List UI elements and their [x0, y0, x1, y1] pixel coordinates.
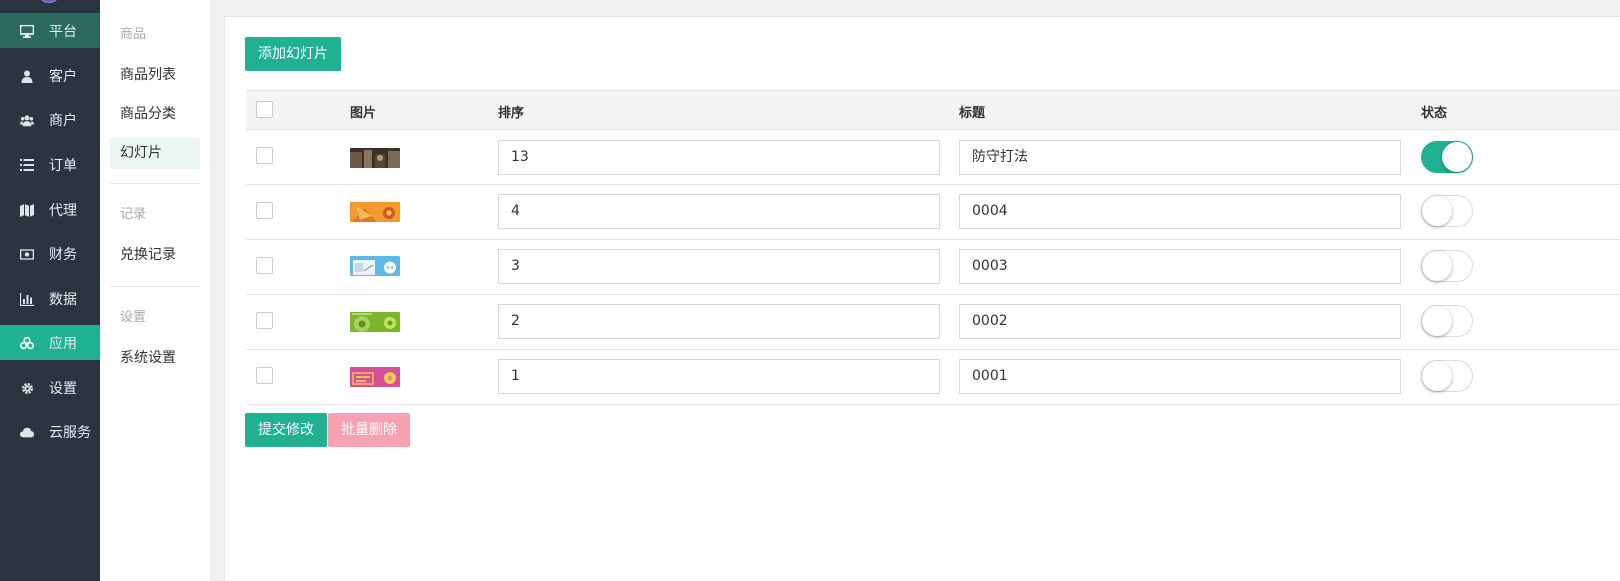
avatar[interactable] [37, 0, 61, 3]
sort-input[interactable]: 2 [498, 304, 940, 339]
sort-input[interactable]: 1 [498, 359, 940, 394]
nav-item-label: 商户 [49, 113, 77, 129]
divider [110, 286, 200, 287]
nav-item-merchants[interactable]: 商户 [0, 102, 100, 137]
slide-thumbnail [350, 148, 400, 168]
monitor-icon [20, 24, 34, 38]
subnav-item-system-settings[interactable]: 系统设置 [110, 343, 200, 374]
toggle-knob [1422, 361, 1452, 391]
table-header: 图片 排序 标题 状态 [246, 90, 1620, 130]
sort-input[interactable]: 13 [498, 140, 940, 175]
nav-item-label: 客户 [49, 69, 77, 85]
nav-item-label: 数据 [49, 292, 77, 308]
subnav-group-title: 设置 [120, 310, 147, 325]
select-all-checkbox[interactable] [256, 101, 273, 118]
title-input[interactable]: 0003 [959, 249, 1401, 284]
column-header-status: 状态 [1421, 106, 1448, 121]
main-nav: 平台 客户 商户 订单 代理 财务 数据 应用 设置 云服务 [0, 0, 100, 581]
submit-changes-button[interactable]: 提交修改 [245, 413, 327, 447]
slide-thumbnail [350, 312, 400, 332]
users-icon [20, 113, 34, 127]
subnav-group-title: 商品 [120, 27, 147, 42]
cloud-icon [20, 425, 34, 439]
column-header-image: 图片 [350, 106, 377, 121]
batch-delete-button[interactable]: 批量删除 [328, 413, 410, 447]
cubes-icon [20, 336, 34, 350]
table-row: 3 0003 [246, 240, 1620, 295]
nav-item-label: 设置 [49, 381, 77, 397]
status-toggle[interactable] [1421, 141, 1473, 173]
nav-item-data[interactable]: 数据 [0, 281, 100, 316]
user-icon [20, 69, 34, 83]
table-row: 13 防守打法 [246, 130, 1620, 185]
add-slide-button[interactable]: 添加幻灯片 [245, 37, 341, 71]
subnav-item-slides[interactable]: 幻灯片 [110, 138, 200, 169]
nav-item-label: 平台 [49, 24, 77, 40]
column-header-sort: 排序 [498, 106, 525, 121]
map-icon [20, 203, 34, 217]
nav-item-label: 应用 [49, 336, 77, 352]
nav-item-label: 云服务 [49, 425, 91, 441]
sub-nav: 商品 商品列表 商品分类 幻灯片 记录 兑换记录 设置 系统设置 [100, 0, 210, 581]
divider [110, 183, 200, 184]
toggle-knob [1422, 251, 1452, 281]
title-input[interactable]: 防守打法 [959, 140, 1401, 175]
table-row: 1 0001 [246, 350, 1620, 405]
toggle-knob [1422, 306, 1452, 336]
bar-chart-icon [20, 292, 34, 306]
main-panel: 添加幻灯片 图片 排序 标题 状态 13 防守打法 4 0004 3 0003 … [224, 16, 1620, 581]
table-row: 2 0002 [246, 295, 1620, 350]
row-checkbox[interactable] [256, 147, 273, 164]
status-toggle[interactable] [1421, 250, 1473, 282]
nav-item-cloud[interactable]: 云服务 [0, 414, 100, 449]
list-icon [20, 158, 34, 172]
row-checkbox[interactable] [256, 312, 273, 329]
column-header-title: 标题 [959, 106, 986, 121]
subnav-item-product-category[interactable]: 商品分类 [110, 99, 200, 130]
table-row: 4 0004 [246, 185, 1620, 240]
status-toggle[interactable] [1421, 305, 1473, 337]
row-checkbox[interactable] [256, 202, 273, 219]
nav-item-finance[interactable]: 财务 [0, 236, 100, 271]
toggle-knob [1442, 142, 1472, 172]
slide-thumbnail [350, 367, 400, 387]
subnav-item-redeem-records[interactable]: 兑换记录 [110, 240, 200, 271]
status-toggle[interactable] [1421, 195, 1473, 227]
gear-icon [20, 381, 34, 395]
sort-input[interactable]: 4 [498, 194, 940, 229]
title-input[interactable]: 0004 [959, 194, 1401, 229]
status-toggle[interactable] [1421, 360, 1473, 392]
nav-item-customers[interactable]: 客户 [0, 58, 100, 93]
nav-item-orders[interactable]: 订单 [0, 147, 100, 182]
toggle-knob [1422, 196, 1452, 226]
subnav-item-product-list[interactable]: 商品列表 [110, 60, 200, 91]
nav-item-label: 订单 [49, 158, 77, 174]
nav-item-agents[interactable]: 代理 [0, 192, 100, 227]
title-input[interactable]: 0002 [959, 304, 1401, 339]
money-icon [20, 247, 34, 261]
title-input[interactable]: 0001 [959, 359, 1401, 394]
nav-item-settings[interactable]: 设置 [0, 370, 100, 405]
slide-thumbnail [350, 202, 400, 222]
slide-thumbnail [350, 256, 400, 276]
nav-item-platform[interactable]: 平台 [0, 13, 100, 48]
nav-item-label: 财务 [49, 247, 77, 263]
nav-item-label: 代理 [49, 203, 77, 219]
nav-item-apps[interactable]: 应用 [0, 325, 100, 360]
row-checkbox[interactable] [256, 367, 273, 384]
subnav-group-title: 记录 [120, 207, 147, 222]
row-checkbox[interactable] [256, 257, 273, 274]
sort-input[interactable]: 3 [498, 249, 940, 284]
